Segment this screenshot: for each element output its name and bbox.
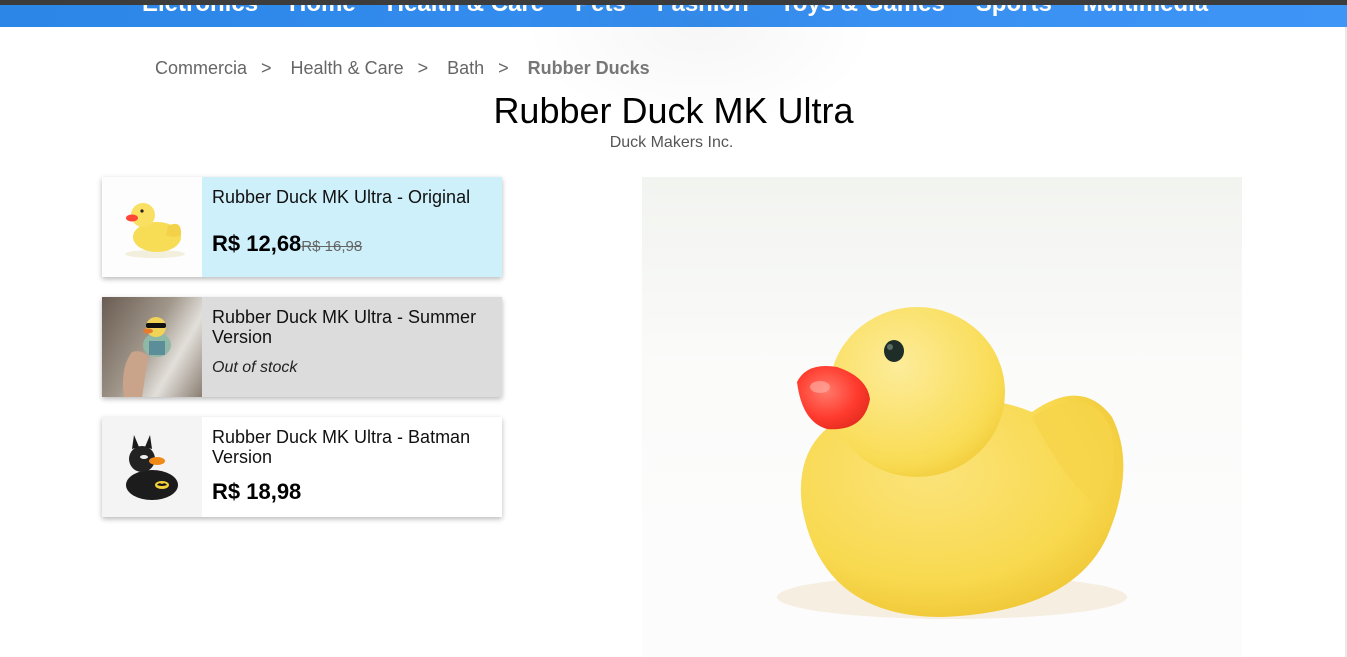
nav-item-eletronics[interactable]: Eletronics bbox=[142, 5, 258, 18]
variant-image-summer bbox=[102, 297, 202, 397]
variant-card-summer[interactable]: Rubber Duck MK Ultra - Summer Version Ou… bbox=[102, 297, 502, 397]
nav-item-home[interactable]: Home bbox=[289, 5, 356, 18]
summer-duck-icon bbox=[123, 317, 171, 397]
breadcrumb-bath[interactable]: Bath bbox=[447, 58, 484, 79]
product-title: Rubber Duck MK Ultra bbox=[493, 90, 854, 131]
variant-image-original bbox=[102, 177, 202, 277]
variant-card-batman[interactable]: Rubber Duck MK Ultra - Batman Version R$… bbox=[102, 417, 502, 517]
breadcrumb-separator: > bbox=[417, 58, 429, 78]
nav-item-multimedia[interactable]: Multimedia bbox=[1083, 5, 1208, 18]
breadcrumb-health-care[interactable]: Health & Care bbox=[291, 58, 404, 79]
product-brand: Duck Makers Inc. bbox=[609, 134, 734, 151]
nav-item-health-care[interactable]: Health & Care bbox=[387, 5, 544, 18]
nav-item-toys-games[interactable]: Toys & Games bbox=[780, 5, 945, 18]
variant-price: R$ 12,68 bbox=[212, 231, 302, 256]
variant-name: Rubber Duck MK Ultra - Original bbox=[212, 187, 471, 207]
variant-old-price: R$ 16,98 bbox=[301, 238, 363, 255]
yellow-duck-icon bbox=[125, 203, 185, 258]
variant-card-original[interactable]: Rubber Duck MK Ultra - Original R$ 12,68… bbox=[102, 177, 502, 277]
batman-duck-icon bbox=[126, 435, 178, 500]
breadcrumb-commercia[interactable]: Commercia bbox=[155, 58, 247, 79]
variant-price: R$ 18,98 bbox=[212, 479, 302, 504]
nav-item-sports[interactable]: Sports bbox=[976, 5, 1052, 18]
variant-name: Rubber Duck MK Ultra - Batman Version bbox=[212, 427, 471, 467]
nav-item-fashion[interactable]: Fashion bbox=[657, 5, 749, 18]
stock-status: Out of stock bbox=[212, 359, 298, 376]
breadcrumb-separator: > bbox=[498, 58, 509, 78]
main-product-image bbox=[642, 177, 1242, 657]
breadcrumb: Commercia > Health & Care > Bath > Rubbe… bbox=[155, 58, 650, 79]
category-nav-bar: Eletronics Home Health & Care Pets Fashi… bbox=[0, 5, 1347, 27]
variant-image-batman bbox=[102, 417, 202, 517]
nav-item-pets[interactable]: Pets bbox=[575, 5, 626, 18]
breadcrumb-separator: > bbox=[261, 58, 272, 78]
rubber-duck-photo bbox=[777, 307, 1127, 619]
breadcrumb-current: Rubber Ducks bbox=[527, 58, 650, 78]
variant-name: Rubber Duck MK Ultra - Summer Version bbox=[212, 307, 477, 347]
